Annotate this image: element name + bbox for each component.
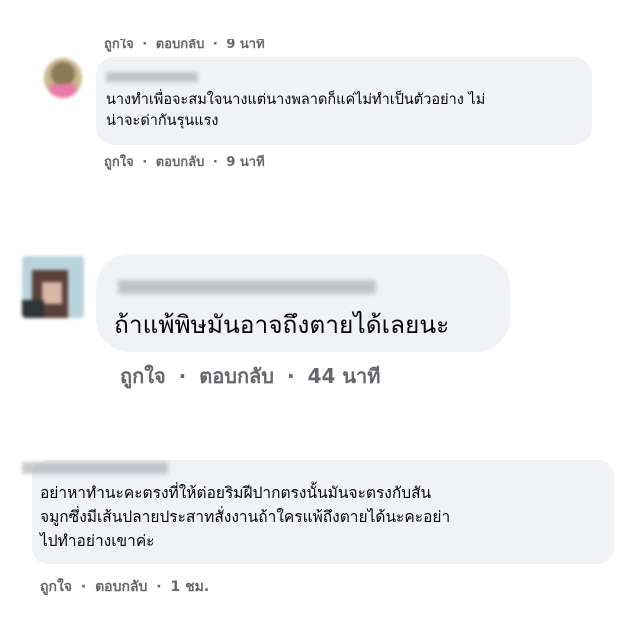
- separator-dot: ·: [212, 37, 218, 52]
- comment-text-line: อย่าหาทำนะคะตรงที่ให้ต่อยริมฝีปากตรงนั้น…: [40, 484, 432, 502]
- commenter-name[interactable]: [22, 462, 168, 474]
- comment-text: อย่าหาทำนะคะตรงที่ให้ต่อยริมฝีปากตรงนั้น…: [40, 481, 610, 553]
- timestamp[interactable]: 44 นาที: [308, 360, 381, 392]
- commenter-name[interactable]: [118, 280, 376, 294]
- commenter-name[interactable]: [106, 72, 198, 82]
- comment-3-actions: ถูกใจ · ตอบกลับ · 1 ชม.: [40, 576, 209, 598]
- separator-dot: ·: [156, 579, 162, 595]
- timestamp[interactable]: 1 ชม.: [171, 576, 210, 598]
- reply-button[interactable]: ตอบกลับ: [199, 360, 274, 392]
- comment-1-bubble: นางทำเพื่อจะสมใจนางแต่นางพลาดก็แค่ไม่ทำเ…: [96, 57, 592, 145]
- comment-2-actions: ถูกใจ · ตอบกลับ · 44 นาที: [120, 360, 380, 392]
- separator-dot: ·: [142, 155, 148, 170]
- comment-1-actions: ถูกใจ · ตอบกลับ · 9 นาที: [104, 151, 265, 172]
- comment-text-line: จมูกซึ่งมีเส้นปลายประสาทสั่งงานถ้าใครแพ้…: [40, 508, 451, 527]
- comment-text: ถ้าแพ้พิษมันอาจถึงตายได้เลยนะ: [114, 310, 450, 339]
- like-button[interactable]: ถูกใจ: [104, 39, 134, 54]
- like-button[interactable]: ถูกใจ: [40, 576, 72, 598]
- like-button[interactable]: ถูกใจ: [120, 360, 166, 392]
- reply-button[interactable]: ตอบกลับ: [95, 576, 147, 598]
- comment-0-actions: ถูกใจ · ตอบกลับ · 9 นาที: [104, 37, 265, 54]
- timestamp[interactable]: 9 นาที: [226, 151, 264, 172]
- reply-button[interactable]: ตอบกลับ: [156, 39, 205, 54]
- reply-button[interactable]: ตอบกลับ: [156, 151, 205, 172]
- comment-text-line: นางทำเพื่อจะสมใจนางแต่นางพลาดก็แค่ไม่ทำเ…: [106, 92, 486, 108]
- avatar-image: [22, 256, 84, 318]
- avatar-image: [44, 58, 82, 98]
- timestamp[interactable]: 9 นาที: [226, 39, 264, 54]
- separator-dot: ·: [212, 155, 218, 170]
- comment-text: นางทำเพื่อจะสมใจนางแต่นางพลาดก็แค่ไม่ทำเ…: [106, 90, 586, 132]
- like-button[interactable]: ถูกใจ: [104, 151, 134, 172]
- separator-dot: ·: [80, 579, 87, 595]
- comment-text-line: น่าจะด่ากันรุนแรง: [106, 113, 219, 130]
- comment-3-bubble: อย่าหาทำนะคะตรงที่ให้ต่อยริมฝีปากตรงนั้น…: [22, 460, 614, 564]
- comment-text-line: ไปทำอย่างเขาค่ะ: [40, 532, 155, 551]
- separator-dot: ·: [142, 37, 148, 52]
- avatar[interactable]: [22, 256, 84, 318]
- comment-2-bubble: ถ้าแพ้พิษมันอาจถึงตายได้เลยนะ: [96, 254, 510, 352]
- separator-dot: ·: [286, 364, 295, 388]
- avatar[interactable]: [44, 58, 82, 98]
- separator-dot: ·: [178, 364, 187, 388]
